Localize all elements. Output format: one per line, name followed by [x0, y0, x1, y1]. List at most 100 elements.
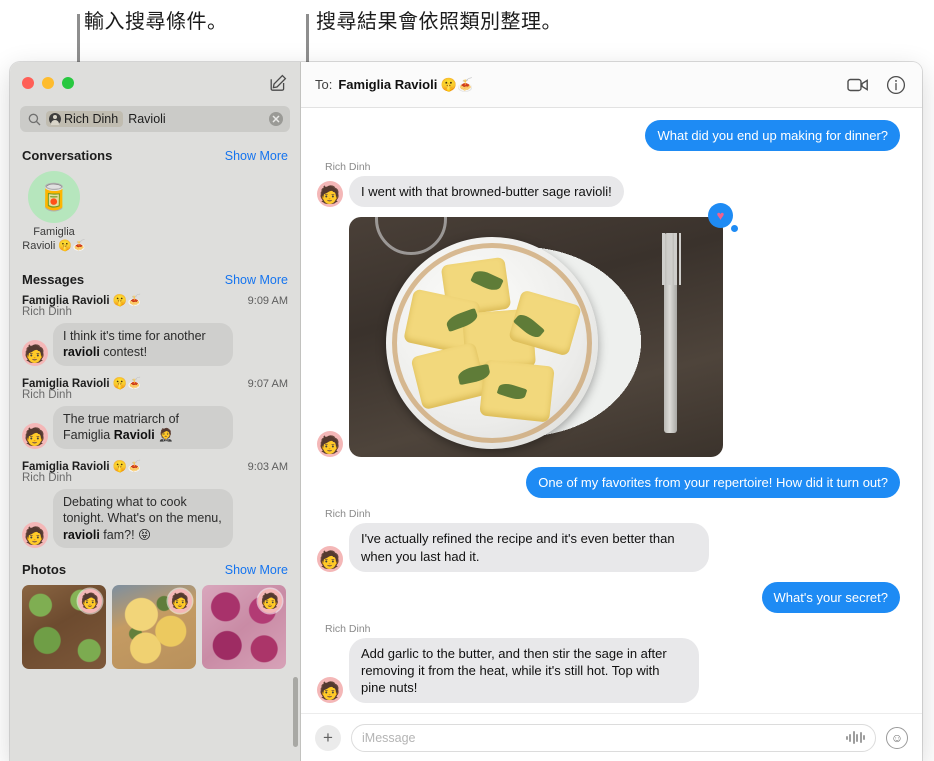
message-row-incoming: Rich Dinh 🧑 Add garlic to the butter, an… [317, 622, 900, 704]
conversation-header: To: Famiglia Ravioli 🤫🍝 [301, 62, 922, 108]
match-term: Ravioli [113, 428, 155, 442]
section-header-photos: Photos Show More [10, 550, 300, 581]
photos-results-row: 🧑 🧑 🧑 [10, 581, 300, 679]
message-result-header: Famiglia Ravioli 🤫🍝 9:09 AM [22, 293, 288, 307]
close-button[interactable] [22, 77, 34, 89]
photo-message-row: 🧑 ♥ [317, 203, 738, 458]
avatar: 🧑 [317, 677, 343, 704]
match-term: ravioli [63, 527, 100, 542]
messages-window: Rich Dinh Ravioli Conversations Show Mor… [10, 62, 922, 761]
message-result-sender: Rich Dinh [22, 305, 72, 318]
screenshot-stage: 輸入搜尋條件。 搜尋結果會依照類別整理。 Rich Dinh Ravioli C… [0, 0, 934, 761]
emoji-smiley-icon[interactable]: ☺ [886, 726, 908, 749]
search-bar-container: Rich Dinh Ravioli [10, 104, 300, 140]
match-pre: I think it's time for another [63, 328, 206, 343]
incoming-bubble-stack: 🧑 I went with that browned-butter sage r… [317, 176, 624, 208]
compose-icon[interactable] [268, 73, 288, 93]
avatar: 🧑 [22, 522, 48, 548]
message-result-bubble: Debating what to cook tonight. What's on… [53, 488, 233, 548]
audio-waveform-icon[interactable] [845, 731, 865, 744]
message-row-outgoing: One of my favorites from your repertoire… [317, 467, 900, 499]
video-camera-icon[interactable] [846, 73, 870, 97]
message-result-body: 🧑 I think it's time for another ravioli … [22, 322, 288, 366]
incoming-column: Rich Dinh 🧑 Add garlic to the butter, an… [317, 622, 699, 704]
show-more-photos[interactable]: Show More [225, 563, 288, 577]
sender-badge-avatar: 🧑 [258, 589, 282, 613]
avatar: 🧑 [317, 431, 343, 458]
maximize-button[interactable] [62, 77, 74, 89]
message-bubble-incoming[interactable]: I've actually refined the recipe and it'… [349, 523, 709, 572]
search-results[interactable]: Conversations Show More 🥫 Famiglia Ravio… [10, 140, 300, 761]
show-more-messages[interactable]: Show More [225, 273, 288, 287]
message-result-chat-name: Famiglia Ravioli 🤫🍝 [22, 294, 142, 307]
imessage-input[interactable]: iMessage [351, 723, 876, 752]
message-bubble-outgoing[interactable]: What's your secret? [761, 581, 900, 613]
conversations-results-row: 🥫 Famiglia Ravioli 🤫🍝 [10, 167, 300, 264]
section-header-conversations: Conversations Show More [10, 140, 300, 167]
avatar: 🧑 [317, 545, 343, 572]
photo-result-thumbnail[interactable]: 🧑 [112, 585, 196, 669]
message-row-incoming: Rich Dinh 🧑 I went with that browned-but… [317, 161, 900, 208]
sender-badge-avatar: 🧑 [78, 589, 102, 613]
section-title-messages: Messages [22, 271, 85, 287]
contact-avatar-icon [49, 113, 61, 125]
window-controls[interactable] [22, 77, 74, 89]
heart-tapback-icon[interactable]: ♥ [708, 203, 738, 233]
message-thread[interactable]: What did you end up making for dinner? R… [301, 108, 922, 713]
message-row-outgoing: What did you end up making for dinner? [317, 120, 900, 152]
photo-image-ravioli-plate[interactable] [349, 217, 723, 458]
message-composer: + iMessage ☺ [301, 713, 922, 761]
photo-result-thumbnail[interactable]: 🧑 [202, 585, 286, 669]
message-result-sender: Rich Dinh [22, 471, 72, 484]
message-result-bubble: I think it's time for another ravioli co… [53, 322, 233, 366]
search-input[interactable]: Rich Dinh Ravioli [20, 106, 290, 132]
conversation-pane: To: Famiglia Ravioli 🤫🍝 What did you end… [301, 62, 922, 761]
incoming-column: Rich Dinh 🧑 I went with that browned-but… [317, 161, 624, 208]
message-row-outgoing: What's your secret? [317, 581, 900, 613]
section-title-conversations: Conversations [22, 148, 113, 163]
fork-shape [660, 233, 681, 434]
sender-badge-avatar: 🧑 [168, 589, 192, 613]
clear-icon[interactable] [269, 112, 283, 126]
section-title-photos: Photos [22, 562, 67, 577]
search-query-text: Ravioli [128, 112, 166, 126]
incoming-bubble-stack: 🧑 I've actually refined the recipe and i… [317, 523, 709, 572]
plate-shape [386, 236, 599, 449]
wine-glass-shape [375, 217, 447, 256]
message-result-item[interactable]: Famiglia Ravioli 🤫🍝 9:07 AM Rich Dinh 🧑 … [10, 374, 300, 451]
message-result-chat-name: Famiglia Ravioli 🤫🍝 [22, 460, 142, 473]
window-titlebar [10, 62, 300, 104]
message-bubble-incoming[interactable]: Add garlic to the butter, and then stir … [349, 637, 699, 704]
incoming-bubble-stack: 🧑 Add garlic to the butter, and then sti… [317, 637, 699, 704]
message-result-item[interactable]: Famiglia Ravioli 🤫🍝 9:03 AM Rich Dinh 🧑 … [10, 457, 300, 551]
photo-result-thumbnail[interactable]: 🧑 [22, 585, 106, 669]
message-result-body: 🧑 Debating what to cook tonight. What's … [22, 488, 288, 548]
message-result-bubble: The true matriarch of Famiglia Ravioli 🤵 [53, 405, 233, 449]
message-result-item[interactable]: Famiglia Ravioli 🤫🍝 9:09 AM Rich Dinh 🧑 … [10, 291, 300, 368]
search-icon [28, 113, 41, 126]
message-bubble-outgoing[interactable]: What did you end up making for dinner? [645, 120, 900, 152]
conversation-recipient: Famiglia Ravioli 🤫🍝 [338, 76, 474, 92]
message-result-header: Famiglia Ravioli 🤫🍝 9:03 AM [22, 459, 288, 473]
avatar: 🧑 [317, 181, 343, 208]
minimize-button[interactable] [42, 77, 54, 89]
search-token-contact[interactable]: Rich Dinh [46, 111, 124, 127]
message-result-time: 9:07 AM [247, 377, 288, 390]
message-bubble-outgoing[interactable]: One of my favorites from your repertoire… [526, 467, 900, 499]
show-more-conversations[interactable]: Show More [225, 149, 288, 163]
message-sender-name: Rich Dinh [325, 622, 371, 635]
match-pre: Debating what to cook tonight. What's on… [63, 494, 222, 526]
message-sender-name: Rich Dinh [325, 161, 371, 174]
message-result-chat-name: Famiglia Ravioli 🤫🍝 [22, 377, 142, 390]
photo-attachment[interactable]: ♥ [349, 203, 738, 458]
heart-glyph: ♥ [716, 208, 725, 224]
sidebar-scrollbar[interactable] [293, 677, 298, 747]
info-icon[interactable] [884, 73, 908, 97]
annotation-right: 搜尋結果會依照類別整理。 [316, 11, 562, 33]
avatar: 🧑 [22, 339, 48, 366]
message-bubble-incoming[interactable]: I went with that browned-butter sage rav… [349, 176, 624, 208]
add-attachment-button[interactable]: + [315, 724, 341, 751]
message-row-incoming-photo: 🧑 ♥ [317, 203, 900, 458]
conversation-result-item[interactable]: 🥫 Famiglia Ravioli 🤫🍝 [22, 171, 86, 254]
match-post: 🤵 [154, 428, 174, 442]
